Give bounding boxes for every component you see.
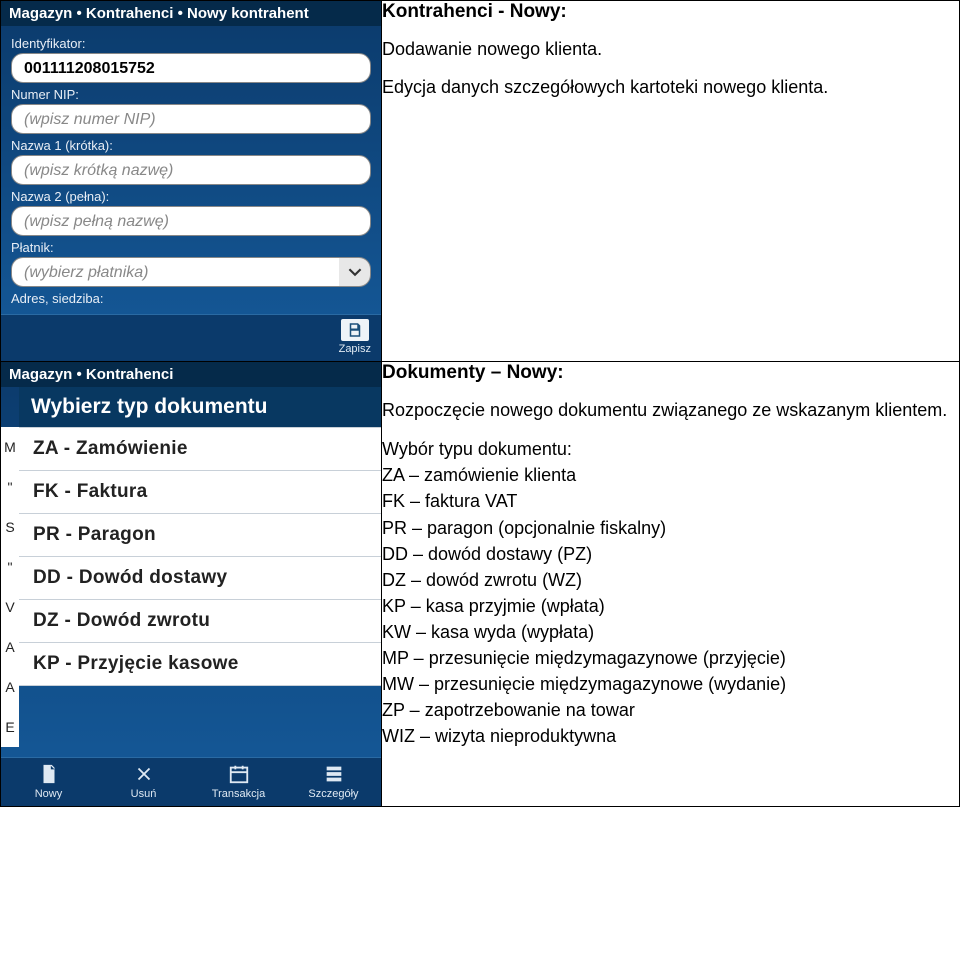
transaction-button-label: Transakcja (212, 788, 265, 800)
layout-table: Magazyn • Kontrahenci • Nowy kontrahent … (0, 0, 960, 807)
delete-button-label: Usuń (131, 788, 157, 800)
payer-select[interactable]: (wybierz płatnika) (11, 257, 371, 287)
list-line: MP – przesunięcie międzymagazynowe (przy… (382, 645, 959, 671)
save-button[interactable]: Zapisz (329, 315, 381, 361)
list-item[interactable]: FK - Faktura (19, 471, 381, 514)
delete-icon (127, 762, 161, 786)
list-item[interactable]: ZA - Zamówienie (19, 427, 381, 471)
list-line: DZ – dowód zwrotu (WZ) (382, 567, 959, 593)
calendar-icon (222, 762, 256, 786)
breadcrumb: Magazyn • Kontrahenci • Nowy kontrahent (1, 1, 381, 26)
new-button-label: Nowy (35, 788, 63, 800)
breadcrumb: Magazyn • Kontrahenci (1, 362, 381, 387)
payer-select-value: (wybierz płatnika) (11, 257, 339, 287)
address-label: Adres, siedziba: (11, 291, 371, 306)
nip-input[interactable]: (wpisz numer NIP) (11, 104, 371, 134)
new-button[interactable]: Nowy (1, 758, 96, 806)
id-label: Identyfikator: (11, 36, 371, 51)
details-button-label: Szczegóły (308, 788, 358, 800)
obscured-list-letters: M " S " V A A E (1, 427, 19, 747)
bottom-toolbar: Nowy Usuń Transakcja Szczegóły (1, 757, 381, 806)
list-line: KP – kasa przyjmie (wpłata) (382, 593, 959, 619)
transaction-button[interactable]: Transakcja (191, 758, 286, 806)
document-new-icon (32, 762, 66, 786)
doc-type-description: Wybór typu dokumentu: ZA – zamówienie kl… (382, 436, 959, 749)
details-button[interactable]: Szczegóły (286, 758, 381, 806)
paragraph: Dodawanie nowego klienta. (382, 37, 959, 61)
details-icon (317, 762, 351, 786)
name2-label: Nazwa 2 (pełna): (11, 189, 371, 204)
chevron-down-icon[interactable] (339, 257, 371, 287)
paragraph: Rozpoczęcie nowego dokumentu związanego … (382, 398, 959, 422)
nip-label: Numer NIP: (11, 87, 371, 102)
delete-button[interactable]: Usuń (96, 758, 191, 806)
id-input[interactable]: 001111208015752 (11, 53, 371, 83)
list-line: DD – dowód dostawy (PZ) (382, 541, 959, 567)
section-title: Dokumenty – Nowy: (382, 362, 959, 384)
list-line: FK – faktura VAT (382, 488, 959, 514)
list-line: ZA – zamówienie klienta (382, 462, 959, 488)
paragraph: Edycja danych szczegółowych kartoteki no… (382, 75, 959, 99)
list-item[interactable]: PR - Paragon (19, 514, 381, 557)
save-button-label: Zapisz (339, 343, 371, 355)
name2-input[interactable]: (wpisz pełną nazwę) (11, 206, 371, 236)
list-item[interactable]: KP - Przyjęcie kasowe (19, 643, 381, 686)
list-line: KW – kasa wyda (wypłata) (382, 619, 959, 645)
save-icon (341, 319, 369, 341)
document-type-list: ZA - Zamówienie FK - Faktura PR - Parago… (19, 427, 381, 686)
list-line: PR – paragon (opcjonalnie fiskalny) (382, 515, 959, 541)
phone-screen-choose-document: Magazyn • Kontrahenci M " S " V A A E Wy… (1, 362, 381, 806)
name1-input[interactable]: (wpisz krótką nazwę) (11, 155, 371, 185)
payer-label: Płatnik: (11, 240, 371, 255)
list-line: MW – przesunięcie międzymagazynowe (wyda… (382, 671, 959, 697)
list-line: WIZ – wizyta nieproduktywna (382, 723, 959, 749)
list-intro: Wybór typu dokumentu: (382, 436, 959, 462)
dialog-title: Wybierz typ dokumentu (19, 387, 381, 427)
list-line: ZP – zapotrzebowanie na towar (382, 697, 959, 723)
section-title: Kontrahenci - Nowy: (382, 1, 959, 23)
list-item[interactable]: DD - Dowód dostawy (19, 557, 381, 600)
phone-screen-new-contractor: Magazyn • Kontrahenci • Nowy kontrahent … (1, 1, 381, 361)
name1-label: Nazwa 1 (krótka): (11, 138, 371, 153)
list-item[interactable]: DZ - Dowód zwrotu (19, 600, 381, 643)
